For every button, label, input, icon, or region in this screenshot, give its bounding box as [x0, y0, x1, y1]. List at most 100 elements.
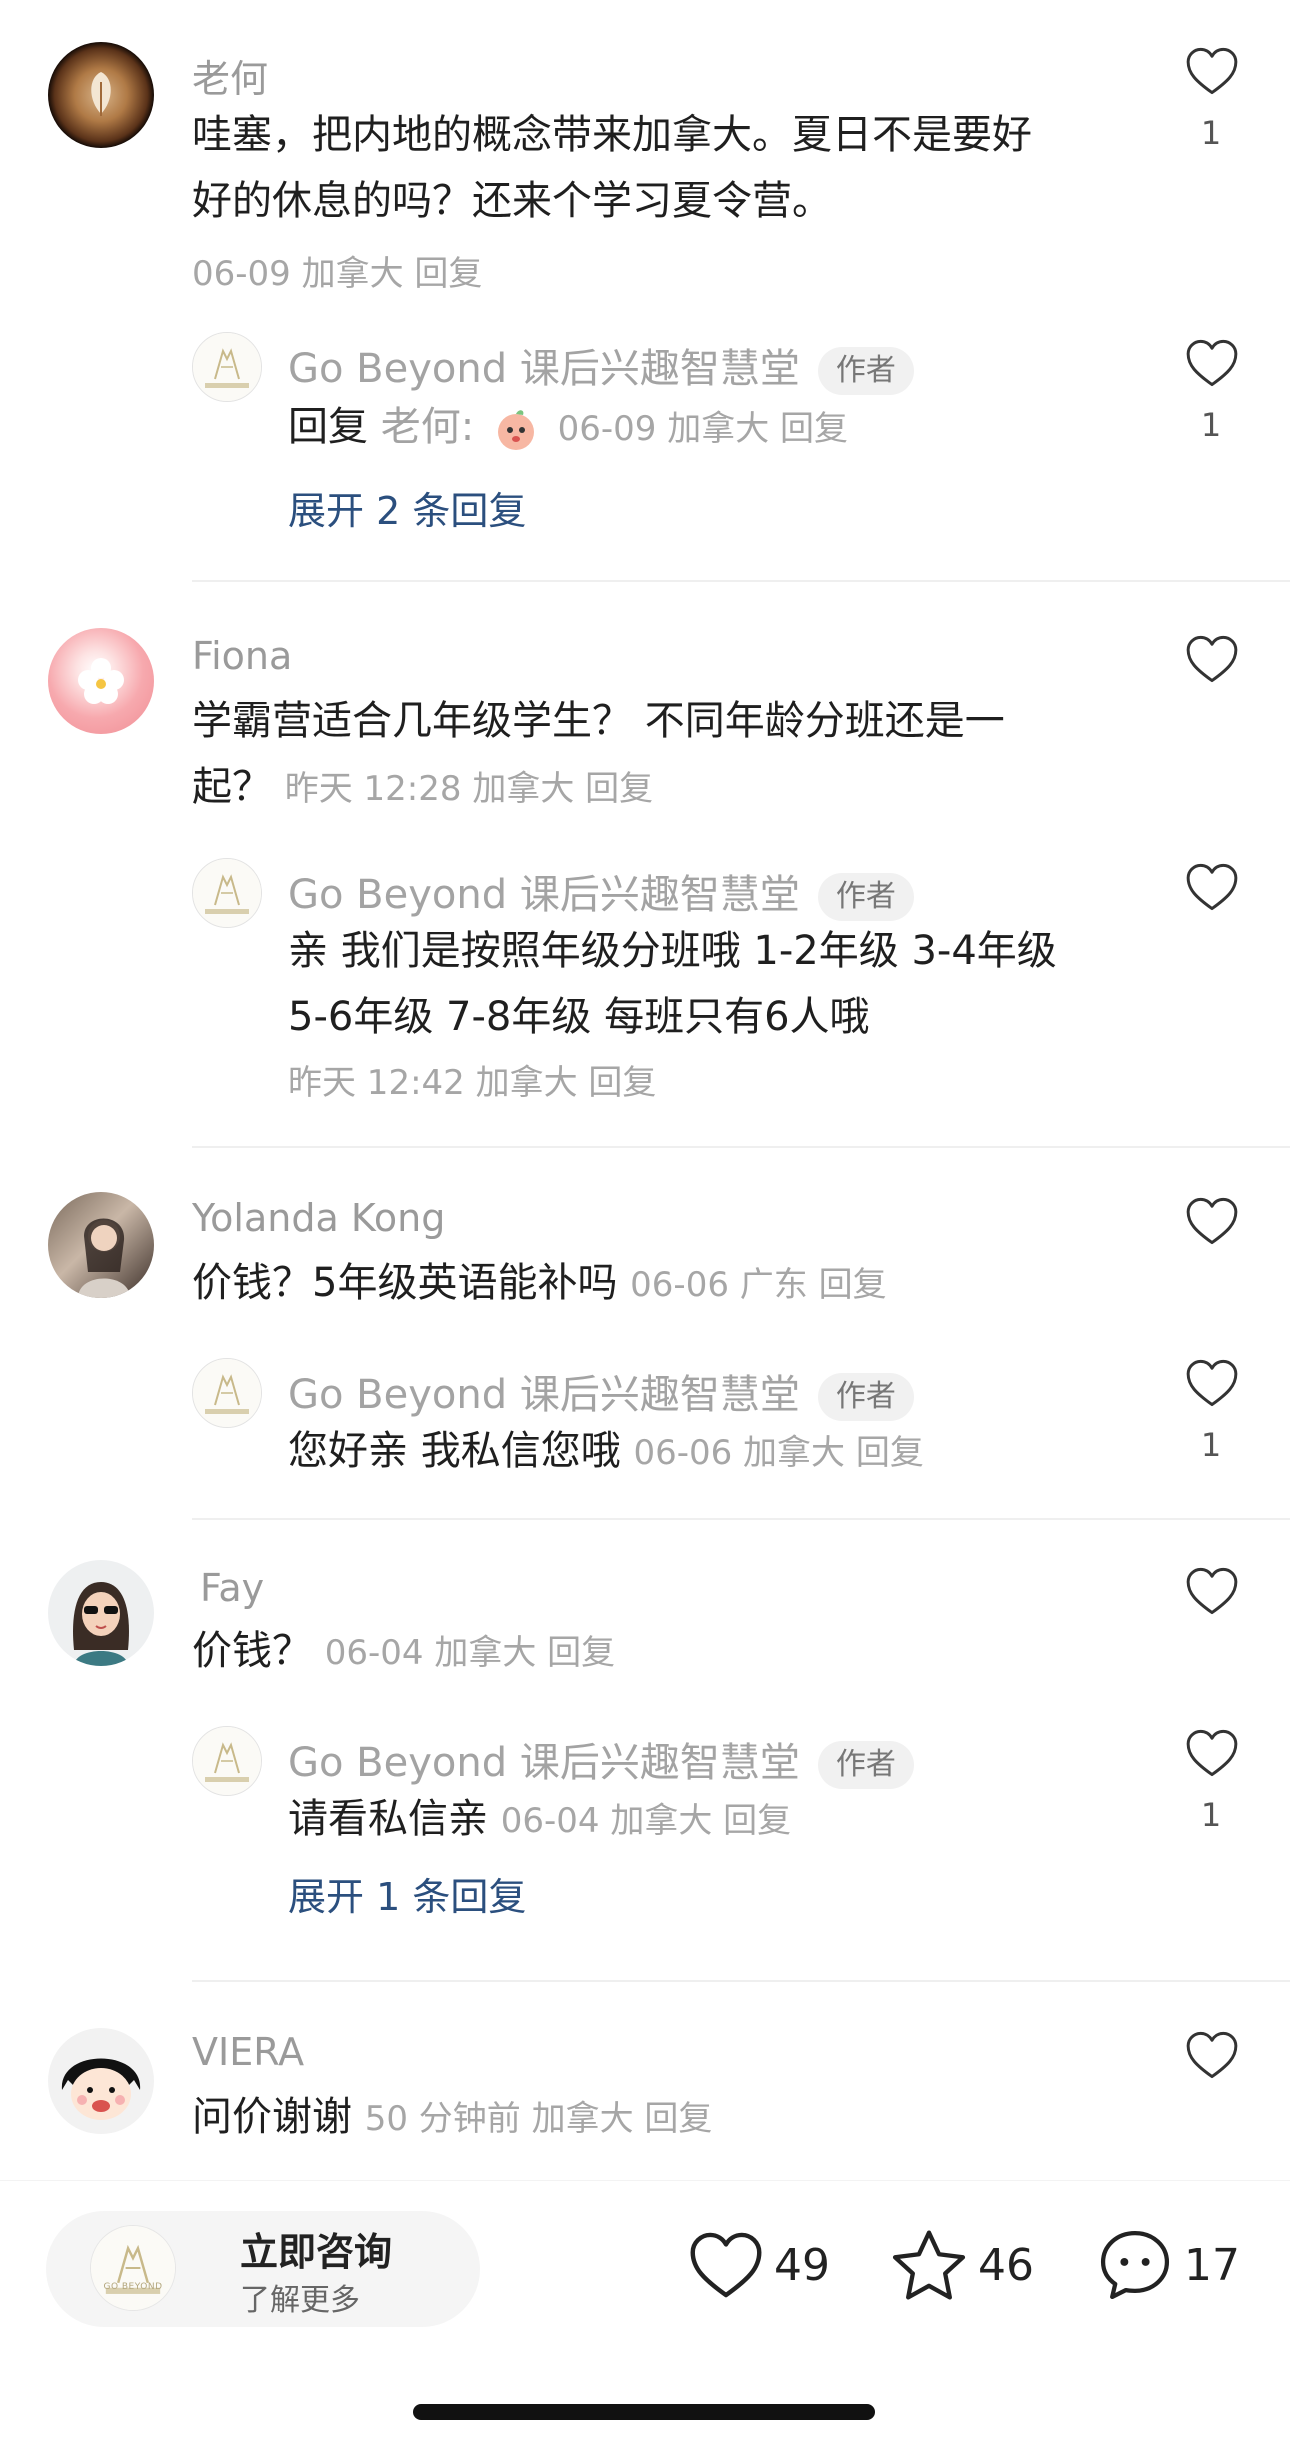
- author-badge: 作者: [817, 1373, 914, 1421]
- comment-text: 哇塞，把内地的概念带来加拿大。夏日不是要好 好的休息的吗？还来个学习夏令营。: [192, 102, 1092, 234]
- like-heart-icon[interactable]: [1184, 46, 1240, 96]
- comment-text-body: 价钱？5年级英语能补吗: [192, 1260, 618, 1306]
- reply-meta[interactable]: 06-04 加拿大 回复: [501, 1801, 791, 1841]
- flower-icon: [78, 658, 124, 704]
- reply-text: 亲 我们是按照年级分班哦 1-2年级 3-4年级 5-6年级 7-8年级 每班只…: [288, 918, 1128, 1116]
- author-avatar[interactable]: [192, 858, 262, 928]
- favorite-count: 46: [978, 2239, 1034, 2291]
- comment-meta[interactable]: 06-06 广东 回复: [630, 1265, 886, 1305]
- reply-username[interactable]: Go Beyond 课后兴趣智慧堂 作者: [288, 336, 914, 395]
- reply-username[interactable]: Go Beyond 课后兴趣智慧堂 作者: [288, 1730, 914, 1789]
- expand-replies-link[interactable]: 展开 2 条回复: [288, 480, 526, 535]
- comments-button[interactable]: 17: [1096, 2225, 1240, 2305]
- like-count: 1: [1200, 1796, 1222, 1834]
- heart-icon: [690, 2232, 762, 2298]
- go-beyond-logo-icon: [193, 333, 261, 401]
- like-heart-icon[interactable]: [1184, 1196, 1240, 1246]
- avatar[interactable]: [48, 1560, 154, 1666]
- like-post-count: 49: [774, 2239, 830, 2291]
- reply-username-text: Go Beyond 课后兴趣智慧堂: [288, 1740, 800, 1786]
- comment-text: 价钱？5年级英语能补吗 06-06 广东 回复: [192, 1250, 1092, 1318]
- comment-meta[interactable]: 50 分钟前 加拿大 回复: [365, 2099, 713, 2139]
- go-beyond-logo-icon: [193, 1359, 261, 1427]
- reply-username[interactable]: Go Beyond 课后兴趣智慧堂 作者: [288, 862, 914, 921]
- reply-username-text: Go Beyond 课后兴趣智慧堂: [288, 872, 800, 918]
- star-icon: [892, 2230, 966, 2300]
- reply-text: 回复 老何: 06-09 加拿大 回复: [288, 394, 1128, 462]
- comment-meta[interactable]: 昨天 12:28 加拿大 回复: [285, 769, 653, 809]
- divider: [192, 1518, 1290, 1520]
- expand-replies-link[interactable]: 展开 1 条回复: [288, 1866, 526, 1921]
- reply-username-text: Go Beyond 课后兴趣智慧堂: [288, 1372, 800, 1418]
- reply-text-body: 请看私信亲: [288, 1796, 488, 1842]
- comment-text: 价钱？ 06-04 加拿大 回复: [192, 1618, 1092, 1686]
- consult-title: 立即咨询: [240, 2230, 393, 2274]
- author-avatar[interactable]: [192, 332, 262, 402]
- like-heart-icon[interactable]: [1184, 1728, 1240, 1778]
- reply-prefix: 回复: [288, 404, 368, 450]
- home-indicator[interactable]: [413, 2404, 875, 2420]
- comment-username[interactable]: VIERA: [192, 2030, 304, 2074]
- author-avatar[interactable]: [192, 1726, 262, 1796]
- comment-text: 学霸营适合几年级学生？ 不同年龄分班还是一 起？ 昨天 12:28 加拿大 回复: [192, 688, 1092, 822]
- comment-username[interactable]: Yolanda Kong: [192, 1196, 445, 1240]
- consult-subtitle: 了解更多: [240, 2283, 360, 2318]
- comment-text-line: 哇塞，把内地的概念带来加拿大。夏日不是要好: [192, 112, 1032, 158]
- go-beyond-logo: GO BEYOND: [90, 2225, 176, 2311]
- comment-username[interactable]: 老何: [192, 48, 268, 103]
- like-post-button[interactable]: 49: [688, 2225, 830, 2305]
- comment-bubble-icon: [1100, 2230, 1170, 2300]
- comment-username[interactable]: Fiona: [192, 634, 292, 678]
- reply-to-user[interactable]: 老何:: [381, 404, 474, 450]
- author-badge: 作者: [817, 1741, 914, 1789]
- comment-text-body: 问价谢谢: [192, 2094, 352, 2140]
- author-badge: 作者: [817, 347, 914, 395]
- reply-text-line: 5-6年级 7-8年级 每班只有6人哦: [288, 994, 870, 1040]
- comment-text-tail: 起？: [192, 764, 272, 810]
- reply-username[interactable]: Go Beyond 课后兴趣智慧堂 作者: [288, 1362, 914, 1421]
- go-beyond-logo-icon: [193, 859, 261, 927]
- author-badge: 作者: [817, 873, 914, 921]
- comment-count: 17: [1184, 2239, 1240, 2291]
- like-count: 1: [1200, 114, 1222, 152]
- like-heart-icon[interactable]: [1184, 338, 1240, 388]
- divider: [192, 1146, 1290, 1148]
- comment-text-line: 学霸营适合几年级学生？ 不同年龄分班还是一: [192, 698, 1005, 744]
- divider: [192, 580, 1290, 582]
- favorite-button[interactable]: 46: [890, 2225, 1034, 2305]
- reply-text: 请看私信亲 06-04 加拿大 回复: [288, 1786, 1128, 1854]
- reply-meta[interactable]: 昨天 12:42 加拿大 回复: [288, 1050, 1128, 1116]
- reply-text-body: 您好亲 我私信您哦: [288, 1428, 621, 1474]
- reply-text: 您好亲 我私信您哦 06-06 加拿大 回复: [288, 1418, 1128, 1486]
- latte-art-icon: [91, 72, 111, 116]
- cartoon-girl-icon: [61, 2058, 141, 2120]
- divider: [192, 1980, 1290, 1982]
- like-heart-icon[interactable]: [1184, 1358, 1240, 1408]
- like-heart-icon[interactable]: [1184, 634, 1240, 684]
- go-beyond-logo-icon: [193, 1727, 261, 1795]
- go-beyond-logo-icon: [91, 2226, 175, 2310]
- reply-text-line: 亲 我们是按照年级分班哦 1-2年级 3-4年级: [288, 928, 1057, 974]
- comment-text-body: 价钱？: [192, 1628, 312, 1674]
- comment-text: 问价谢谢 50 分钟前 加拿大 回复: [192, 2084, 1092, 2152]
- author-avatar[interactable]: [192, 1358, 262, 1428]
- like-heart-icon[interactable]: [1184, 862, 1240, 912]
- comment-username[interactable]: Fay: [200, 1566, 264, 1610]
- reply-meta[interactable]: 06-09 加拿大 回复: [558, 409, 848, 449]
- comment-text-line: 好的休息的吗？还来个学习夏令营。: [192, 178, 832, 224]
- like-count: 1: [1200, 406, 1222, 444]
- comment-meta[interactable]: 06-09 加拿大 回复: [192, 246, 482, 295]
- comment-meta[interactable]: 06-04 加拿大 回复: [325, 1633, 615, 1673]
- avatar[interactable]: [48, 628, 154, 734]
- cartoon-woman-icon: [73, 1582, 129, 1666]
- logo-text: GO BEYOND: [103, 2282, 163, 2292]
- peach-emoji-icon: [493, 406, 539, 452]
- avatar[interactable]: [48, 42, 154, 148]
- like-heart-icon[interactable]: [1184, 1566, 1240, 1616]
- like-heart-icon[interactable]: [1184, 2030, 1240, 2080]
- avatar[interactable]: [48, 1192, 154, 1298]
- comment-text-line: 起？ 昨天 12:28 加拿大 回复: [192, 754, 1092, 822]
- avatar[interactable]: [48, 2028, 154, 2134]
- person-photo-icon: [78, 1218, 130, 1298]
- reply-meta[interactable]: 06-06 加拿大 回复: [633, 1433, 923, 1473]
